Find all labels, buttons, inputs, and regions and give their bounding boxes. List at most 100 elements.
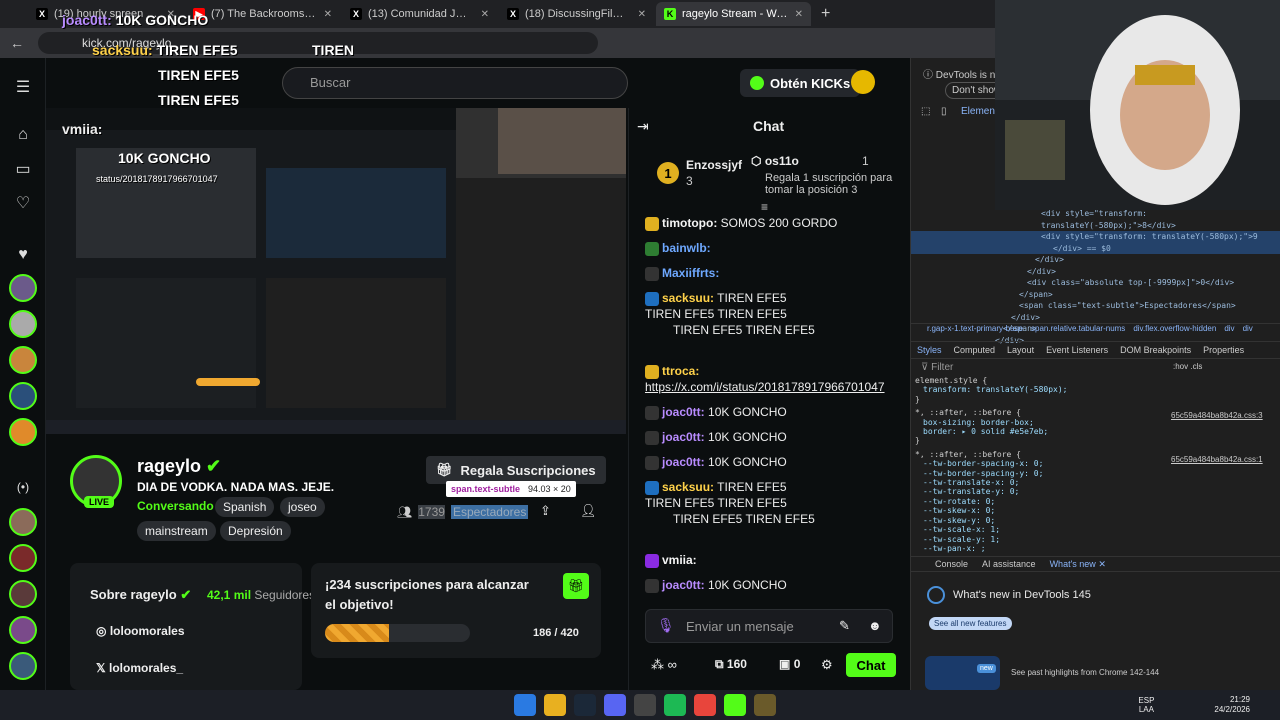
css-line[interactable]: --tw-translate-x: 0; (915, 478, 1165, 487)
instagram-link[interactable]: ◎ loloomorales (96, 624, 185, 638)
dom-node[interactable]: </div> (911, 254, 1280, 266)
followed-channel-avatar[interactable] (9, 310, 37, 338)
favorites-heart-icon[interactable]: ♥ (12, 244, 34, 266)
translate-icon[interactable]: ✎ (839, 618, 850, 634)
pinned-collapse-icon[interactable]: ≡ (761, 200, 768, 214)
new-tab-icon[interactable]: + (813, 5, 838, 23)
followed-channel-avatar[interactable] (9, 346, 37, 374)
styles-tab[interactable]: Styles (917, 345, 942, 355)
breadcrumb-item[interactable]: span.relative.tabular-nums (1031, 324, 1125, 339)
css-line[interactable]: --tw-rotate: 0; (915, 497, 1165, 506)
home-icon[interactable]: ⌂ (12, 124, 34, 146)
dom-node-selected[interactable]: <div style="transform: translateY(-580px… (911, 231, 1280, 243)
x-link[interactable]: 𝕏 lolomorales_ (96, 661, 183, 675)
category-link[interactable]: Conversando (137, 499, 214, 513)
chrome-icon[interactable] (694, 694, 716, 716)
css-line[interactable]: --tw-scale-y: 1; (915, 535, 1165, 544)
back-arrow-icon[interactable]: ← (10, 35, 24, 51)
followed-channel-avatar[interactable] (9, 382, 37, 410)
css-source-link[interactable]: 65c59a484ba8b42a.css:3 (1171, 411, 1263, 420)
followed-channel-avatar[interactable] (9, 508, 37, 536)
dom-breakpoints-tab[interactable]: DOM Breakpoints (1120, 345, 1191, 355)
get-kicks-button[interactable]: Obtén KICKs (740, 69, 861, 97)
browser-tab[interactable]: X (18) DiscussingFilm en X: "First... ✕ (499, 2, 654, 26)
followed-channel-avatar[interactable] (9, 274, 37, 302)
chat-username[interactable]: joac0tt: (662, 405, 705, 419)
chat-link[interactable]: https://x.com/i/status/20181789179667010… (645, 379, 885, 395)
menu-icon[interactable]: ☰ (12, 76, 34, 98)
ai-assistance-tab[interactable]: AI assistance (982, 559, 1036, 569)
tag-chip[interactable]: Spanish (215, 497, 275, 517)
dom-node[interactable]: </div> (911, 266, 1280, 278)
whats-new-tab[interactable]: What's new ✕ (1050, 559, 1106, 570)
hov-cls-toggles[interactable]: :hov .cls (1173, 362, 1202, 371)
breadcrumb-item[interactable]: div (1243, 324, 1253, 339)
device-toggle-icon[interactable]: ▯ (941, 106, 947, 117)
see-all-features-button[interactable]: See all new features (929, 617, 1012, 630)
css-line[interactable]: --tw-border-spacing-x: 0; (915, 459, 1165, 468)
browser-tab[interactable]: X (13) Comunidad JOSEO EXCLUS... ✕ (342, 2, 497, 26)
gifter-2[interactable]: ⬡ os11o (751, 154, 799, 168)
file-explorer-icon[interactable] (544, 694, 566, 716)
breadcrumb-item[interactable]: r.gap-x-1.text-primary-base (927, 324, 1023, 339)
tag-chip[interactable]: Depresión (220, 521, 291, 541)
chat-username[interactable]: bainwlb: (662, 241, 711, 255)
css-source-link[interactable]: 65c59a484ba8b42a.css:1 (1171, 455, 1263, 464)
gift-subs-button[interactable]: 🎁︎ Regala Suscripciones (426, 456, 606, 484)
close-tab-icon[interactable]: ✕ (795, 9, 803, 20)
console-tab[interactable]: Console (935, 559, 968, 569)
inspect-icon[interactable]: ⬚ (921, 106, 930, 117)
follow-user-icon[interactable]: 👤︎ (580, 503, 597, 519)
tag-chip[interactable]: mainstream (137, 521, 216, 541)
top-gifter-name[interactable]: Enzossjyf (686, 158, 742, 172)
tag-chip[interactable]: joseo (280, 497, 325, 517)
css-line[interactable]: --tw-skew-y: 0; (915, 516, 1165, 525)
channel-name[interactable]: rageylo ✔ (137, 456, 221, 477)
dom-node[interactable]: </div> (911, 312, 1280, 324)
send-chat-button[interactable]: Chat (846, 653, 896, 677)
dom-node-selected[interactable]: </div> == $0 (911, 242, 1280, 254)
breadcrumb-item[interactable]: div.flex.overflow-hidden (1133, 324, 1216, 339)
breadcrumb-item[interactable]: div (1224, 324, 1234, 339)
dom-node[interactable]: <span class="text-subtle">Espectadores</… (911, 300, 1280, 312)
channel-points[interactable]: ▣ 0 (779, 657, 800, 671)
css-line[interactable]: box-sizing: border-box; (915, 418, 1165, 427)
dom-node[interactable]: </span> (911, 289, 1280, 301)
dom-node[interactable]: <div class="absolute top-[-9999px]">0</d… (911, 277, 1280, 289)
obs-icon[interactable] (634, 694, 656, 716)
expand-sidebar-icon[interactable]: (•) (12, 476, 34, 498)
css-line[interactable]: --tw-border-spacing-y: 0; (915, 469, 1165, 478)
collapse-chat-icon[interactable]: ⇥ (637, 118, 649, 135)
chat-username[interactable]: joac0tt: (662, 430, 705, 444)
followed-channel-avatar[interactable] (9, 580, 37, 608)
css-line[interactable]: --tw-translate-y: 0; (915, 487, 1165, 496)
settings-gear-icon[interactable]: ⚙ (821, 657, 833, 673)
app-icon[interactable] (754, 694, 776, 716)
css-line[interactable]: --tw-skew-x: 0; (915, 506, 1165, 515)
user-avatar[interactable] (851, 70, 875, 94)
share-icon[interactable]: ⇪ (540, 503, 551, 519)
css-line[interactable]: --tw-pan-x: ; (915, 544, 1165, 553)
microphone-icon[interactable]: 🎙︎ (657, 617, 675, 634)
emoji-icon[interactable]: ☻ (868, 618, 882, 633)
css-line[interactable]: border: ▸ 0 solid #e5e7eb; (915, 427, 1165, 436)
spotify-icon[interactable] (664, 694, 686, 716)
dom-node[interactable]: <div style="transform: translateY(-580px… (911, 208, 1280, 231)
chat-username[interactable]: timotopo: (662, 216, 717, 230)
past-highlights-link[interactable]: See past highlights from Chrome 142-144 (1011, 668, 1159, 677)
followed-channel-avatar[interactable] (9, 418, 37, 446)
layout-tab[interactable]: Layout (1007, 345, 1034, 355)
language-indicator[interactable]: ESP LAA (1138, 696, 1154, 714)
browser-tab-active[interactable]: Krageylo Stream - Watch Live on... ✕ (656, 2, 811, 26)
following-icon[interactable]: ♡ (12, 192, 34, 214)
kicks-balance[interactable]: ⧉ 160 (715, 657, 747, 672)
chat-users-icon[interactable]: ⁂ ∞ (651, 657, 677, 673)
followed-channel-avatar[interactable] (9, 652, 37, 680)
kick-app-icon[interactable] (724, 694, 746, 716)
windows-start-icon[interactable] (514, 694, 536, 716)
chat-username[interactable]: joac0tt: (662, 455, 705, 469)
followed-channel-avatar[interactable] (9, 544, 37, 572)
discord-icon[interactable] (604, 694, 626, 716)
close-tab-icon[interactable]: ✕ (324, 9, 332, 20)
chat-username[interactable]: vmiia: (662, 553, 697, 567)
